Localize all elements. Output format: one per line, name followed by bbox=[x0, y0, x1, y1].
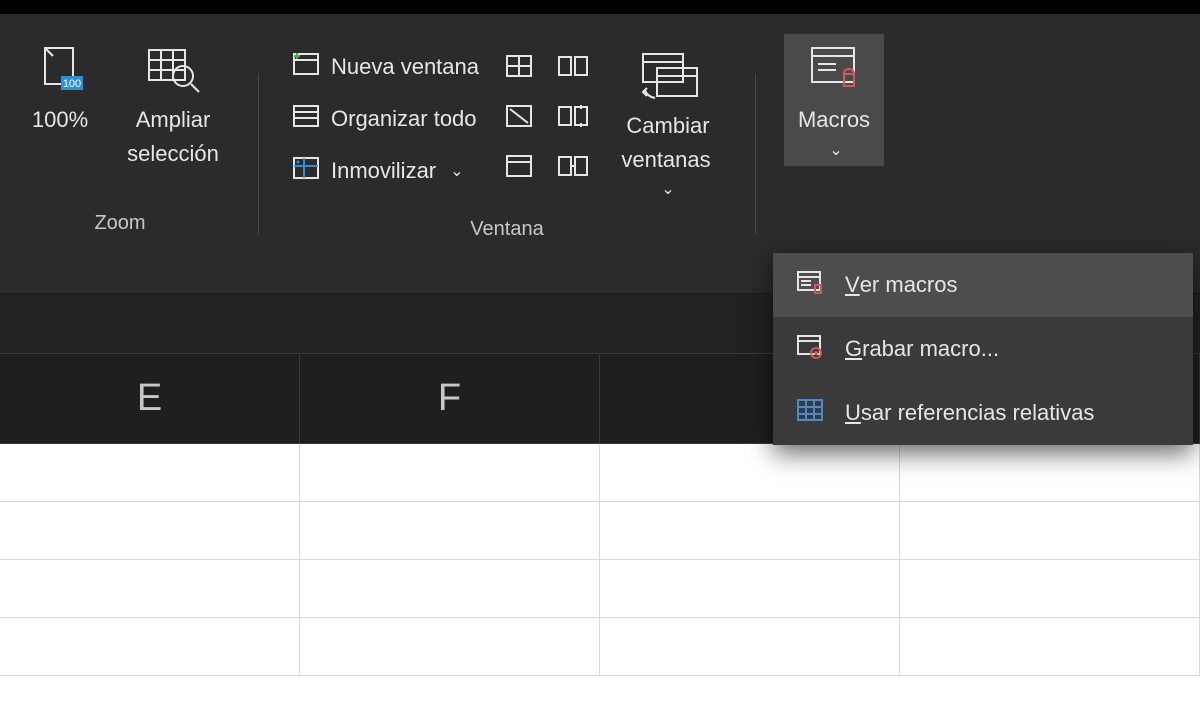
freeze-label: Inmovilizar bbox=[331, 158, 436, 184]
macros-dropdown: Ver macros Grabar macro... Usar referenc… bbox=[773, 253, 1193, 445]
menu-item-record-macro-label: Grabar macro... bbox=[845, 336, 999, 362]
grid-row bbox=[0, 444, 1200, 502]
column-header-e[interactable]: E bbox=[0, 354, 300, 443]
group-separator bbox=[755, 74, 756, 234]
window-main-stack: Nueva ventana Organizar todo Inmovilizar… bbox=[287, 40, 483, 190]
new-window-label: Nueva ventana bbox=[331, 54, 479, 80]
zoom-100-button[interactable]: 100 100% bbox=[10, 34, 110, 140]
zoom-100-label: 100% bbox=[32, 106, 88, 134]
reset-position-button[interactable] bbox=[555, 148, 591, 184]
cell[interactable] bbox=[900, 502, 1200, 559]
freeze-panes-button[interactable]: Inmovilizar ⌄ bbox=[287, 152, 483, 190]
cell[interactable] bbox=[300, 618, 600, 675]
titlebar bbox=[0, 0, 1200, 14]
column-header-f-label: F bbox=[438, 377, 461, 420]
column-header-f[interactable]: F bbox=[300, 354, 600, 443]
ribbon-group-zoom: 100 100% Ampliar selección Zoom bbox=[0, 34, 240, 235]
new-window-button[interactable]: Nueva ventana bbox=[287, 48, 483, 86]
arrange-icon bbox=[291, 103, 321, 135]
freeze-icon bbox=[291, 155, 321, 187]
switch-windows-icon bbox=[635, 46, 701, 106]
record-macro-icon bbox=[795, 333, 825, 365]
menu-item-relative-refs-label: Usar referencias relativas bbox=[845, 400, 1094, 426]
cell[interactable] bbox=[0, 502, 300, 559]
cell[interactable] bbox=[600, 560, 900, 617]
cell[interactable] bbox=[300, 444, 600, 501]
ribbon-group-macros: Macros ⌄ bbox=[774, 34, 894, 235]
zoom-selection-l2: selección bbox=[127, 140, 219, 168]
ribbon: 100 100% Ampliar selección Zoom bbox=[0, 14, 1200, 294]
grid-row bbox=[0, 502, 1200, 560]
cell[interactable] bbox=[600, 618, 900, 675]
side-by-side-button[interactable] bbox=[555, 48, 591, 84]
chevron-down-icon: ⌄ bbox=[661, 181, 674, 198]
new-window-icon bbox=[291, 51, 321, 83]
split-button[interactable] bbox=[501, 48, 537, 84]
arrange-all-button[interactable]: Organizar todo bbox=[287, 100, 483, 138]
view-macros-icon bbox=[795, 269, 825, 301]
cell[interactable] bbox=[900, 444, 1200, 501]
arrange-all-label: Organizar todo bbox=[331, 106, 477, 132]
column-header-e-label: E bbox=[137, 377, 162, 420]
macros-label: Macros bbox=[798, 106, 870, 134]
window-iconcol-1 bbox=[501, 40, 537, 184]
cell[interactable] bbox=[900, 560, 1200, 617]
group-separator bbox=[258, 74, 259, 234]
group-label-zoom: Zoom bbox=[94, 212, 145, 235]
menu-item-view-macros-label: Ver macros bbox=[845, 272, 957, 298]
macros-button[interactable]: Macros ⌄ bbox=[784, 34, 884, 166]
spreadsheet-grid[interactable] bbox=[0, 444, 1200, 704]
cell[interactable] bbox=[0, 444, 300, 501]
menu-item-record-macro[interactable]: Grabar macro... bbox=[773, 317, 1193, 381]
group-label-window: Ventana bbox=[470, 218, 543, 241]
cell[interactable] bbox=[600, 444, 900, 501]
ribbon-group-window: Nueva ventana Organizar todo Inmovilizar… bbox=[277, 34, 737, 241]
grid-row bbox=[0, 618, 1200, 676]
hide-window-button[interactable] bbox=[501, 98, 537, 134]
cell[interactable] bbox=[300, 560, 600, 617]
cell[interactable] bbox=[600, 502, 900, 559]
zoom-selection-button[interactable]: Ampliar selección bbox=[116, 34, 230, 173]
chevron-down-icon: ⌄ bbox=[450, 161, 463, 181]
cell[interactable] bbox=[900, 618, 1200, 675]
cell[interactable] bbox=[0, 560, 300, 617]
window-iconcol-2 bbox=[555, 40, 591, 184]
menu-item-relative-refs[interactable]: Usar referencias relativas bbox=[773, 381, 1193, 445]
grid-icon bbox=[795, 397, 825, 429]
sync-scroll-button[interactable] bbox=[555, 98, 591, 134]
svg-text:100: 100 bbox=[63, 78, 81, 90]
chevron-down-icon: ⌄ bbox=[829, 140, 842, 160]
macros-icon bbox=[804, 40, 864, 100]
unhide-window-button[interactable] bbox=[501, 148, 537, 184]
grid-row bbox=[0, 560, 1200, 618]
switch-windows-button[interactable]: Cambiar ventanas ⌄ bbox=[609, 40, 727, 207]
cell[interactable] bbox=[300, 502, 600, 559]
switch-windows-l1: Cambiar bbox=[626, 112, 709, 140]
group-label-macros bbox=[831, 212, 837, 235]
switch-windows-l2: ventanas ⌄ bbox=[613, 146, 723, 201]
zoom-selection-l1: Ampliar bbox=[136, 106, 211, 134]
menu-item-view-macros[interactable]: Ver macros bbox=[773, 253, 1193, 317]
magnify-grid-icon bbox=[143, 40, 203, 100]
zoom-100-icon: 100 bbox=[33, 40, 87, 100]
cell[interactable] bbox=[0, 618, 300, 675]
